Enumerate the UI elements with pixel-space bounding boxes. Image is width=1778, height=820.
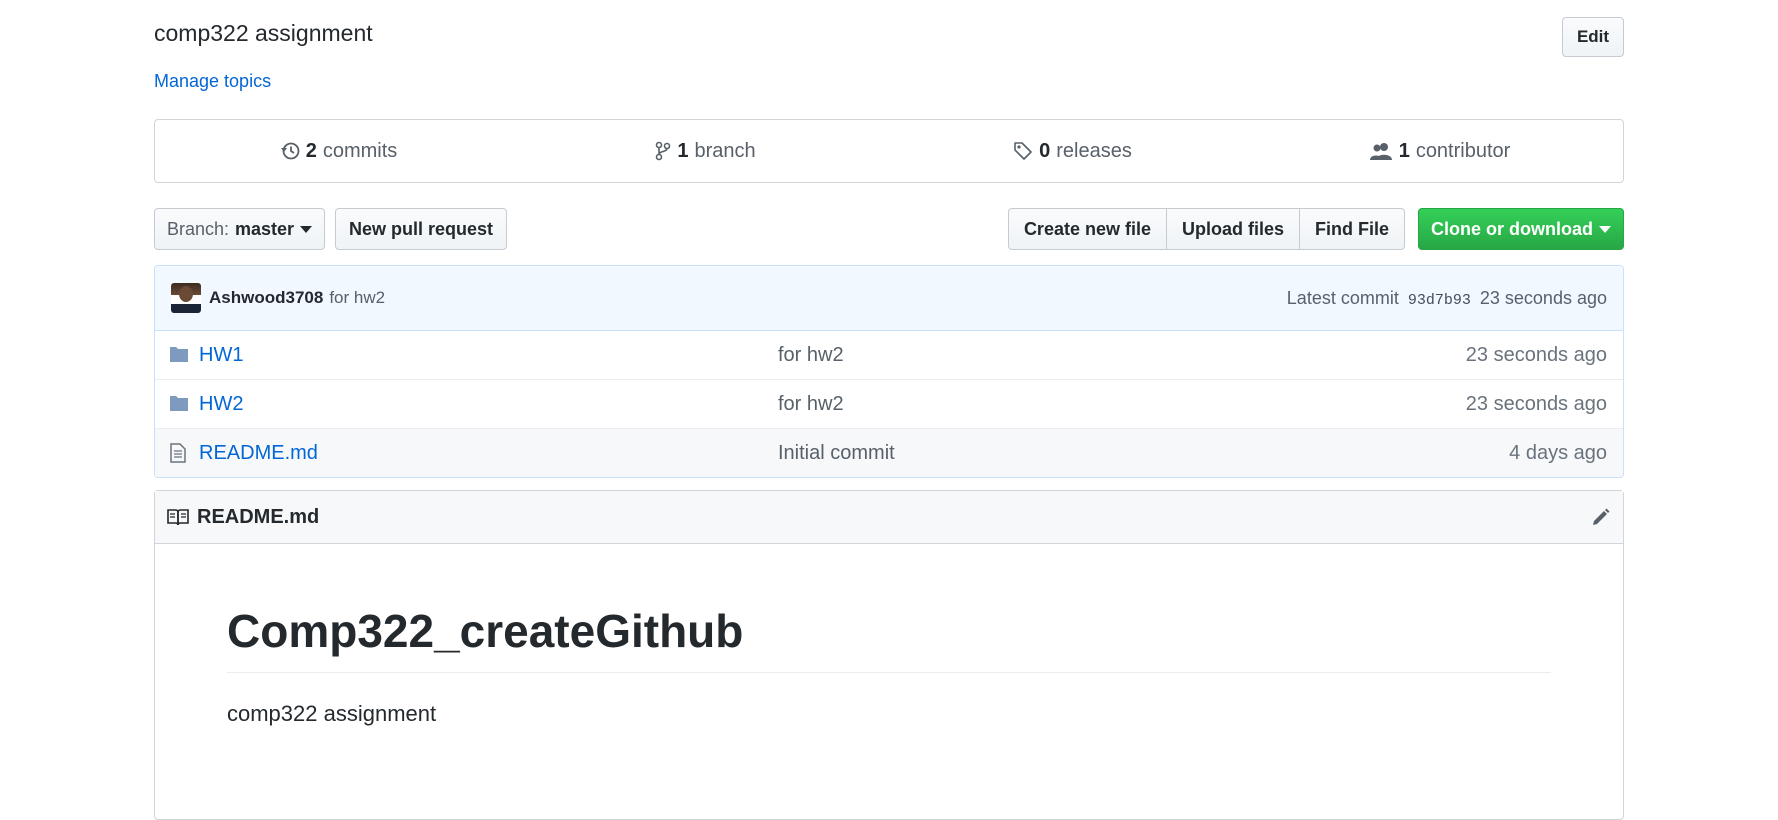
book-icon [167, 509, 189, 526]
commit-message[interactable]: for hw2 [329, 288, 385, 308]
file-table: Ashwood3708 for hw2 Latest commit 93d7b9… [154, 265, 1624, 478]
file-name[interactable]: HW1 [199, 344, 243, 367]
avatar[interactable] [171, 283, 201, 313]
file-row[interactable]: HW2 for hw2 23 seconds ago [155, 379, 1623, 428]
commits-count: 2 [305, 139, 317, 162]
latest-commit-bar: Ashwood3708 for hw2 Latest commit 93d7b9… [155, 266, 1623, 331]
repo-description-row: comp322 assignment Manage topics Edit [154, 0, 1624, 112]
releases-label: releases [1056, 139, 1132, 162]
manage-topics-link[interactable]: Manage topics [154, 71, 271, 92]
file-age: 23 seconds ago [1465, 343, 1607, 366]
file-actions-group: Create new file Upload files Find File [1007, 208, 1405, 250]
latest-commit-label: Latest commit [1286, 287, 1399, 308]
clone-or-download-button[interactable]: Clone or download [1418, 208, 1624, 250]
summary-commits[interactable]: 2 commits [155, 120, 522, 182]
readme-header: README.md [155, 491, 1623, 544]
clone-button-label: Clone or download [1431, 218, 1593, 239]
file-commit-message[interactable]: for hw2 [778, 393, 844, 416]
contributors-label: contributor [1415, 139, 1511, 162]
file-commit-message[interactable]: Initial commit [778, 442, 895, 465]
branches-label: branch [694, 139, 756, 162]
repo-summary-bar: 2 commits 1 branch 0 releases 1 contribu… [154, 119, 1624, 183]
file-text-icon [170, 443, 186, 463]
file-name[interactable]: HW2 [199, 393, 243, 416]
file-toolbar: Branch: master New pull request Create n… [154, 208, 1624, 250]
branches-count: 1 [677, 139, 689, 162]
branch-icon [656, 141, 671, 161]
commit-age: 23 seconds ago [1479, 287, 1607, 308]
branch-select-button[interactable]: Branch: master [154, 208, 325, 250]
readme-filename: README.md [197, 505, 320, 528]
file-row[interactable]: HW1 for hw2 23 seconds ago [155, 331, 1623, 379]
history-icon [280, 142, 300, 160]
folder-icon [170, 396, 188, 411]
commit-sha[interactable]: 93d7b93 [1408, 292, 1471, 309]
file-name[interactable]: README.md [199, 442, 318, 465]
tag-icon [1014, 142, 1032, 160]
repo-page: comp322 assignment Manage topics Edit 2 … [154, 0, 1624, 820]
chevron-down-icon [1599, 225, 1611, 233]
pencil-icon[interactable] [1591, 507, 1611, 527]
file-row[interactable]: README.md Initial commit 4 days ago [155, 428, 1623, 477]
commits-label: commits [322, 139, 398, 162]
branch-select-label: Branch: [166, 218, 229, 239]
branch-select-value: master [235, 218, 295, 239]
summary-releases[interactable]: 0 releases [889, 120, 1256, 182]
file-age: 23 seconds ago [1465, 392, 1607, 415]
releases-count: 0 [1039, 139, 1051, 162]
people-icon [1369, 143, 1392, 160]
readme-body: Comp322_createGithub comp322 assignment [155, 544, 1623, 727]
readme-panel: README.md Comp322_createGithub comp322 a… [154, 490, 1624, 820]
file-age: 4 days ago [1509, 441, 1607, 464]
readme-heading: Comp322_createGithub [227, 544, 1551, 673]
new-pull-request-button[interactable]: New pull request [335, 208, 507, 250]
upload-files-button[interactable]: Upload files [1165, 208, 1300, 250]
edit-description-button[interactable]: Edit [1562, 17, 1624, 57]
find-file-button[interactable]: Find File [1299, 208, 1405, 250]
summary-branches[interactable]: 1 branch [522, 120, 889, 182]
chevron-down-icon [300, 225, 313, 233]
contributors-count: 1 [1398, 139, 1410, 162]
readme-paragraph: comp322 assignment [227, 701, 437, 726]
repo-description: comp322 assignment [154, 20, 373, 46]
folder-icon [170, 347, 188, 362]
commit-author[interactable]: Ashwood3708 [209, 288, 323, 308]
create-new-file-button[interactable]: Create new file [1007, 208, 1167, 250]
latest-commit-info: Latest commit 93d7b93 23 seconds ago [1287, 288, 1607, 309]
file-commit-message[interactable]: for hw2 [778, 344, 844, 367]
summary-contributors[interactable]: 1 contributor [1256, 120, 1623, 182]
